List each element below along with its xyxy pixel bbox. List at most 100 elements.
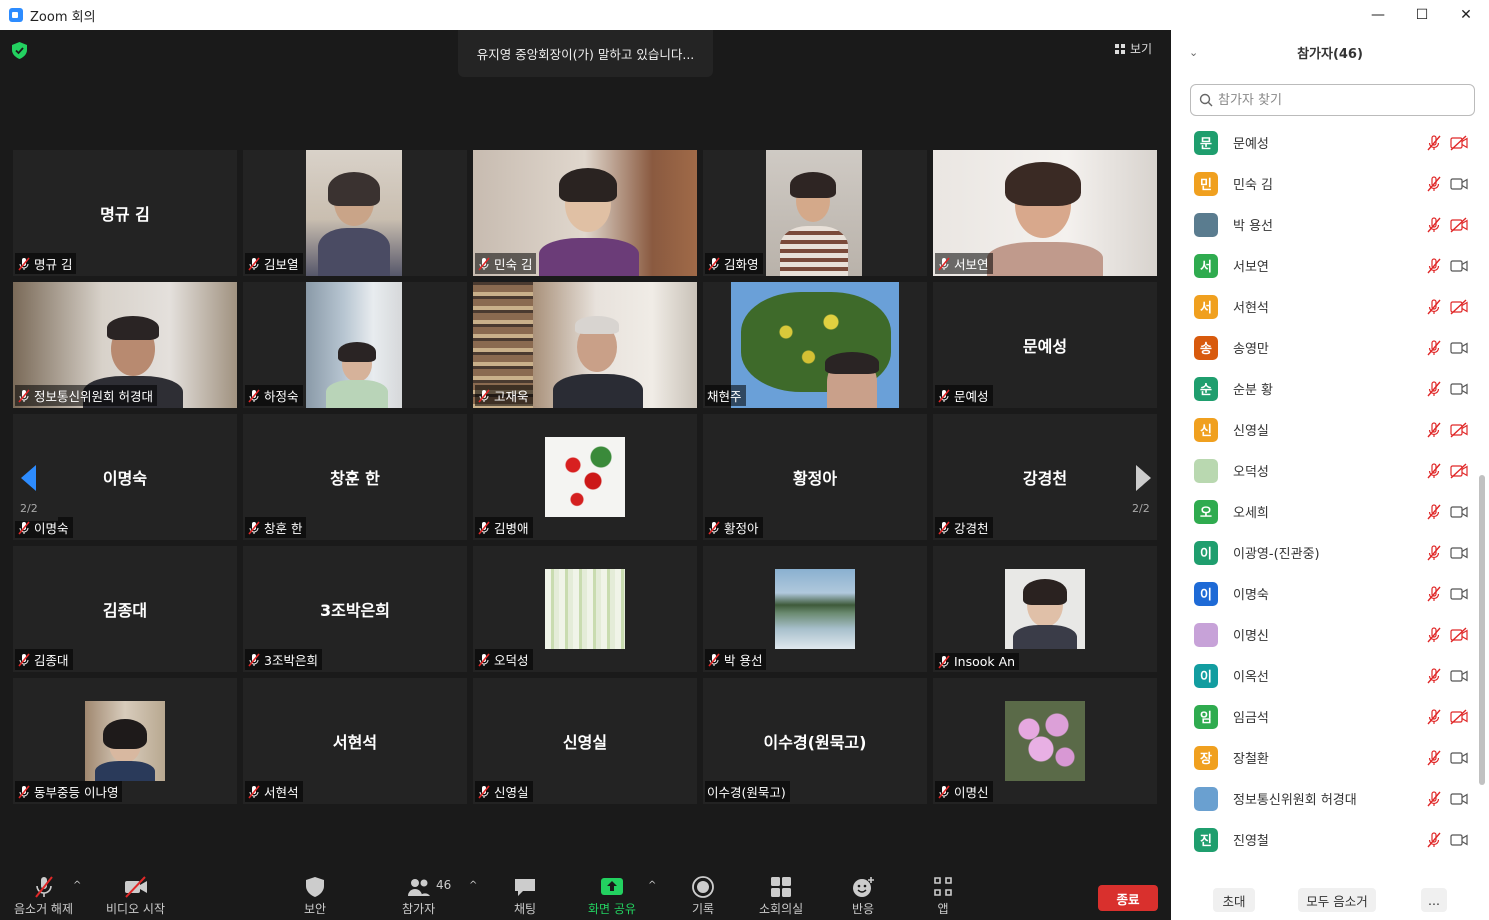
mute-all-button[interactable]: 모두 음소거 <box>1298 888 1376 912</box>
more-options-button[interactable]: ... <box>1421 888 1447 912</box>
video-tile[interactable]: Insook An <box>933 546 1157 672</box>
video-tile[interactable]: 민숙 김 <box>473 150 697 276</box>
video-tile[interactable]: 하정숙 <box>243 282 467 408</box>
participant-row[interactable]: 오 오세희 <box>1171 491 1479 532</box>
participant-row[interactable]: 서 서보연 <box>1171 245 1479 286</box>
close-button[interactable]: ✕ <box>1443 0 1489 30</box>
muted-mic-icon[interactable] <box>1426 544 1442 561</box>
video-off-icon[interactable] <box>1450 298 1468 315</box>
start-video-button[interactable]: 비디오 시작 <box>106 876 165 917</box>
video-camera-icon[interactable] <box>1450 176 1468 192</box>
muted-mic-icon[interactable] <box>1426 585 1442 602</box>
video-tile[interactable]: 이명신 <box>933 678 1157 804</box>
participant-row[interactable]: 문 문예성 <box>1171 122 1479 163</box>
video-off-icon[interactable] <box>1450 626 1468 643</box>
video-off-icon[interactable] <box>1450 421 1468 438</box>
video-tile[interactable]: 이수경(원묵고) 이수경(원묵고) <box>703 678 927 804</box>
video-tile[interactable]: 오덕성 <box>473 546 697 672</box>
participants-button[interactable]: 참가자 <box>402 876 435 917</box>
video-tile[interactable]: 고재욱 <box>473 282 697 408</box>
video-off-icon[interactable] <box>1450 134 1468 151</box>
record-button[interactable]: 기록 <box>691 876 715 917</box>
encryption-shield-icon[interactable] <box>12 42 27 59</box>
video-camera-icon[interactable] <box>1450 545 1468 561</box>
video-tile[interactable]: 서현석 서현석 <box>243 678 467 804</box>
video-tile[interactable]: 박 용선 <box>703 546 927 672</box>
unmute-button[interactable]: 음소거 해제 <box>14 876 73 917</box>
video-camera-icon[interactable] <box>1450 791 1468 807</box>
video-tile[interactable]: 김병애 <box>473 414 697 540</box>
video-tile[interactable]: 정보통신위원회 허경대 <box>13 282 237 408</box>
end-meeting-button[interactable]: 종료 <box>1098 885 1158 911</box>
participants-options-caret[interactable]: ^ <box>469 880 477 891</box>
participant-row[interactable]: 이 이명숙 <box>1171 573 1479 614</box>
video-tile[interactable]: 채현주 <box>703 282 927 408</box>
participant-row[interactable]: 박 용선 <box>1171 204 1479 245</box>
video-camera-icon[interactable] <box>1450 504 1468 520</box>
search-input[interactable] <box>1218 92 1458 108</box>
muted-mic-icon[interactable] <box>1426 339 1442 356</box>
muted-mic-icon[interactable] <box>1426 708 1442 725</box>
video-camera-icon[interactable] <box>1450 832 1468 848</box>
apps-button[interactable]: 앱 <box>931 876 955 917</box>
muted-mic-icon[interactable] <box>1426 462 1442 479</box>
muted-mic-icon[interactable] <box>1426 749 1442 766</box>
participant-row[interactable]: 진 진영철 <box>1171 819 1479 860</box>
reactions-button[interactable]: 반응 <box>851 876 875 917</box>
muted-mic-icon[interactable] <box>1426 626 1442 643</box>
video-tile[interactable]: 신영실 신영실 <box>473 678 697 804</box>
video-tile[interactable]: 서보연 <box>933 150 1157 276</box>
maximize-button[interactable]: ☐ <box>1399 0 1445 30</box>
muted-mic-icon[interactable] <box>1426 257 1442 274</box>
video-tile[interactable]: 김화영 <box>703 150 927 276</box>
muted-mic-icon[interactable] <box>1426 175 1442 192</box>
participant-row[interactable]: 순 순분 황 <box>1171 368 1479 409</box>
muted-mic-icon[interactable] <box>1426 831 1442 848</box>
muted-mic-icon[interactable] <box>1426 790 1442 807</box>
video-tile[interactable]: 김종대 김종대 <box>13 546 237 672</box>
security-button[interactable]: 보안 <box>303 876 327 917</box>
participant-row[interactable]: 송 송영만 <box>1171 327 1479 368</box>
video-camera-icon[interactable] <box>1450 750 1468 766</box>
participant-row[interactable]: 이명신 <box>1171 614 1479 655</box>
muted-mic-icon[interactable] <box>1426 216 1442 233</box>
muted-mic-icon[interactable] <box>1426 380 1442 397</box>
video-off-icon[interactable] <box>1450 462 1468 479</box>
video-camera-icon[interactable] <box>1450 668 1468 684</box>
video-camera-icon[interactable] <box>1450 381 1468 397</box>
chat-button[interactable]: 채팅 <box>513 876 537 917</box>
audio-options-caret[interactable]: ^ <box>73 880 81 891</box>
video-camera-icon[interactable] <box>1450 340 1468 356</box>
share-options-caret[interactable]: ^ <box>648 880 656 891</box>
breakout-rooms-button[interactable]: 소회의실 <box>759 876 803 917</box>
video-tile[interactable]: 창훈 한 창훈 한 <box>243 414 467 540</box>
invite-button[interactable]: 초대 <box>1213 888 1255 912</box>
muted-mic-icon[interactable] <box>1426 421 1442 438</box>
video-tile[interactable]: 동부중등 이나영 <box>13 678 237 804</box>
participant-row[interactable]: 이 이옥선 <box>1171 655 1479 696</box>
participant-row[interactable]: 신 신영실 <box>1171 409 1479 450</box>
participant-row[interactable]: 오덕성 <box>1171 450 1479 491</box>
video-camera-icon[interactable] <box>1450 258 1468 274</box>
share-screen-button[interactable]: 화면 공유 <box>588 876 636 917</box>
video-tile[interactable]: 문예성 문예성 <box>933 282 1157 408</box>
participant-row[interactable]: 정보통신위원회 허경대 <box>1171 778 1479 819</box>
participant-row[interactable]: 장 장철환 <box>1171 737 1479 778</box>
video-tile[interactable]: 3조박은희 3조박은희 <box>243 546 467 672</box>
video-off-icon[interactable] <box>1450 216 1468 233</box>
muted-mic-icon[interactable] <box>1426 667 1442 684</box>
participant-row[interactable]: 이 이광영-(진관중) <box>1171 532 1479 573</box>
participant-search[interactable] <box>1190 84 1475 116</box>
participant-row[interactable]: 민 민숙 김 <box>1171 163 1479 204</box>
muted-mic-icon[interactable] <box>1426 503 1442 520</box>
participant-row[interactable]: 임 임금석 <box>1171 696 1479 737</box>
video-tile[interactable]: 명규 김 명규 김 <box>13 150 237 276</box>
muted-mic-icon[interactable] <box>1426 134 1442 151</box>
video-camera-icon[interactable] <box>1450 586 1468 602</box>
muted-mic-icon[interactable] <box>1426 298 1442 315</box>
video-off-icon[interactable] <box>1450 708 1468 725</box>
participant-row[interactable]: 서 서현석 <box>1171 286 1479 327</box>
video-tile[interactable]: 김보열 <box>243 150 467 276</box>
minimize-button[interactable]: — <box>1355 0 1401 30</box>
view-button[interactable]: 보기 <box>1115 40 1152 57</box>
